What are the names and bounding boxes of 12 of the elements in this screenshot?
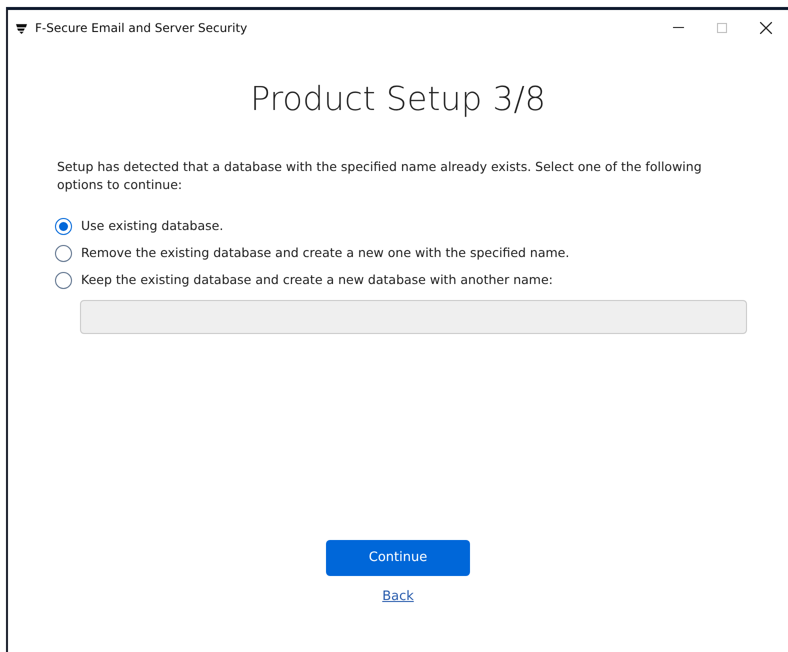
option-label[interactable]: Remove the existing database and create a new one with the specified name. <box>81 244 570 263</box>
option-label[interactable]: Keep the existing database and create a new database with another name: <box>81 271 553 290</box>
radio-button[interactable] <box>55 245 72 262</box>
window-title: F-Secure Email and Server Security <box>35 20 248 37</box>
back-link[interactable]: Back <box>382 587 414 606</box>
option-label[interactable]: Use existing database. <box>81 217 224 236</box>
shield-logo-icon <box>16 22 27 34</box>
continue-button[interactable]: Continue <box>326 540 470 576</box>
instruction-text: Setup has detected that a database with the specified name already exists. Select one of the following options to continue: <box>57 158 703 194</box>
radio-button[interactable] <box>55 218 72 235</box>
page-heading: Product Setup 3/8 <box>249 78 547 120</box>
radio-button[interactable] <box>55 272 72 289</box>
